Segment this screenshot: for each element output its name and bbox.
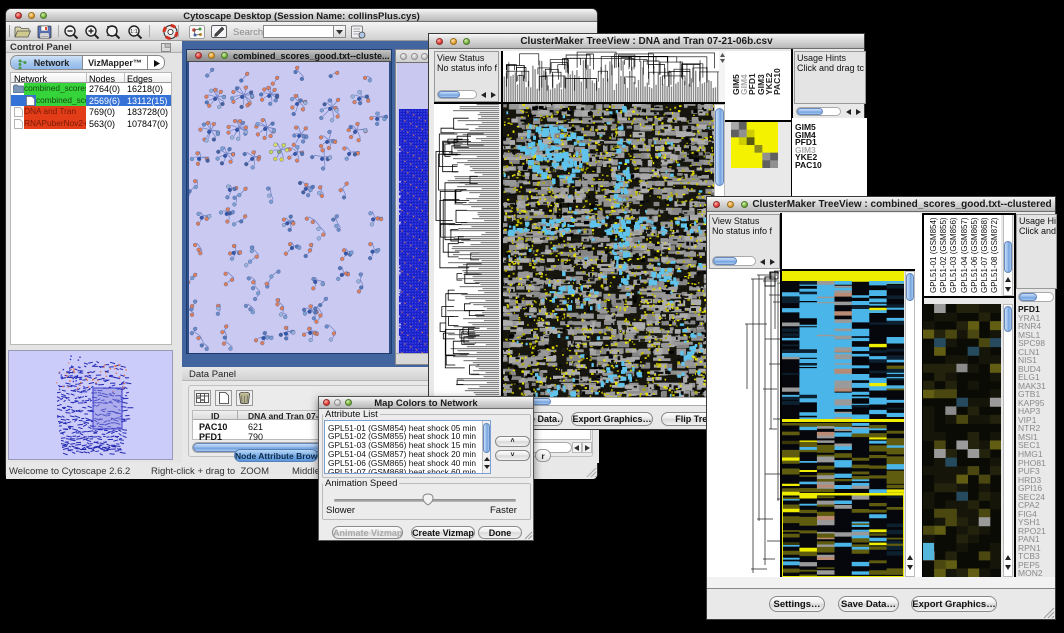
svg-text:1:1: 1:1 (130, 29, 138, 35)
